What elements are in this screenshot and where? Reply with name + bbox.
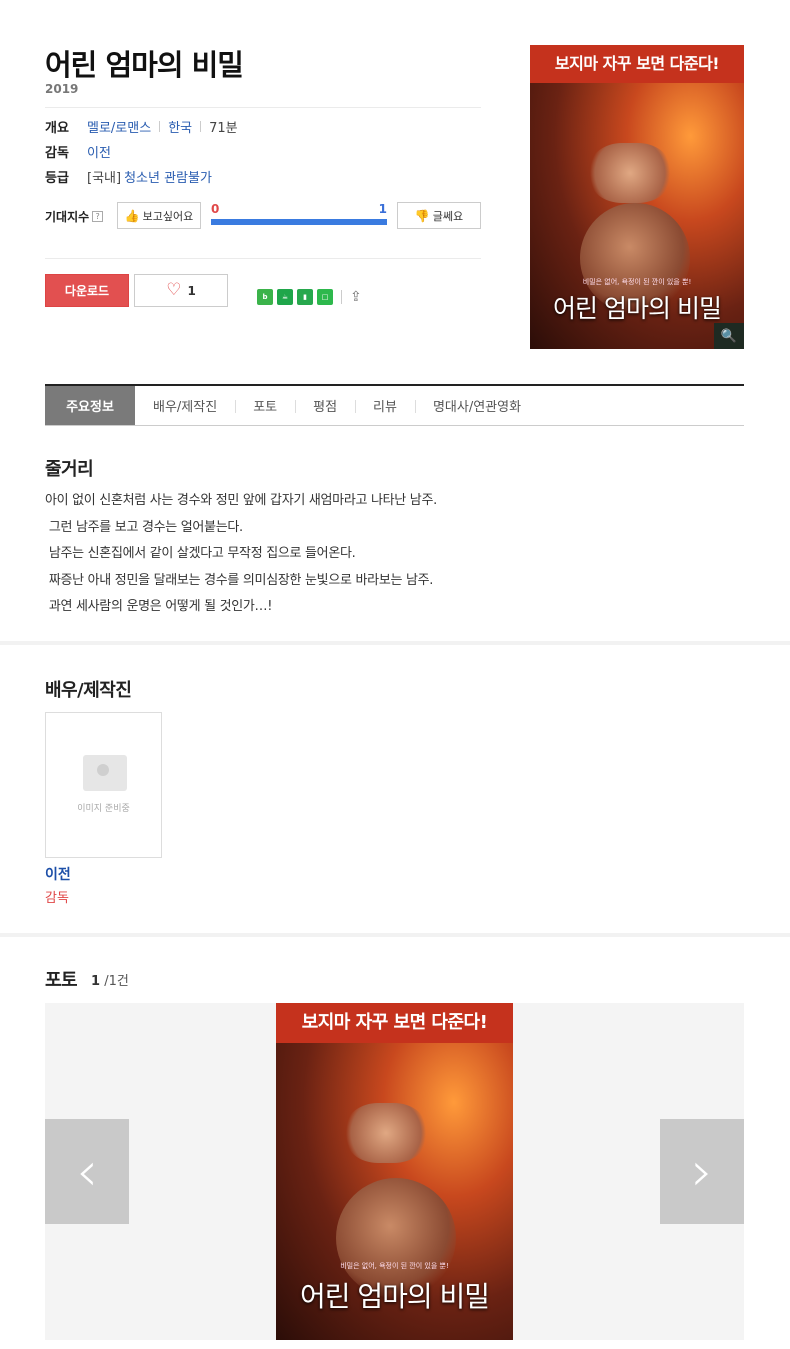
want-count: 0 [211, 202, 220, 216]
want-to-see-label: 보고싶어요 [142, 209, 194, 223]
bookmark-icon[interactable]: ▮ [297, 289, 313, 305]
not-sure-button[interactable]: 👎 글쎄요 [397, 202, 481, 229]
like-count: 1 [187, 283, 196, 298]
section-divider [0, 933, 790, 937]
not-sure-label: 글쎄요 [432, 209, 464, 223]
rating-label: 등급 [45, 171, 69, 186]
tab-quotes[interactable]: 명대사/연관영화 [414, 386, 539, 425]
overview-label: 개요 [45, 121, 69, 136]
tab-rating[interactable]: 평점 [295, 386, 355, 425]
tab-review[interactable]: 리뷰 [355, 386, 415, 425]
poster-tagline: 보지마 자꾸 보면 다준다! [530, 45, 744, 83]
poster-subtitle: 비밀은 없어, 욕정이 된 깐이 있을 뿐! [582, 278, 692, 286]
separator [341, 290, 342, 304]
country-link[interactable]: 한국 [168, 117, 192, 136]
photo-image[interactable]: 보지마 자꾸 보면 다준다! 비밀은 없어, 욕정이 된 깐이 있을 뿐! 어린… [276, 1003, 513, 1340]
expectation-label: 기대지수 [45, 209, 90, 224]
cast-name[interactable]: 이전 [45, 864, 71, 884]
cast-role: 감독 [45, 891, 69, 906]
section-divider [0, 641, 790, 645]
tab-bar: 주요정보 배우/제작진 포토 평점 리뷰 명대사/연관영화 [45, 384, 744, 426]
expectation-bar: 0 1 [211, 202, 387, 229]
image-placeholder-icon [83, 755, 127, 791]
dislike-count: 1 [378, 202, 387, 216]
photo-total: /1건 [104, 974, 129, 989]
cast-title: 배우/제작진 [45, 680, 132, 701]
expectation-bar-fill [211, 219, 387, 225]
director-label: 감독 [45, 146, 69, 161]
genre-link[interactable]: 멜로/로맨스 [87, 117, 151, 136]
share-icon[interactable]: ⇪ [350, 289, 362, 305]
download-button[interactable]: 다운로드 [45, 274, 129, 307]
tab-main-info[interactable]: 주요정보 [45, 386, 135, 425]
rating-prefix: [국내] [87, 171, 122, 186]
photo-counter: 1 /1건 [91, 970, 129, 989]
photo-current: 1 [91, 974, 101, 989]
separator [200, 121, 202, 132]
photo-title: 포토 [45, 970, 78, 991]
tab-photo[interactable]: 포토 [235, 386, 295, 425]
release-year: 2019 [45, 82, 79, 96]
poster-title: 어린 엄마의 비밀 [299, 1280, 490, 1313]
overview-row: 개요 멜로/로맨스 한국 71분 [45, 117, 238, 136]
tab-cast[interactable]: 배우/제작진 [135, 386, 235, 425]
placeholder-text: 이미지 준비중 [77, 804, 130, 814]
director-link[interactable]: 이전 [87, 142, 111, 161]
like-button[interactable]: ♡ 1 [134, 274, 228, 307]
memo-icon[interactable]: □ [317, 289, 333, 305]
director-row: 감독 이전 [45, 142, 111, 161]
band-icon[interactable]: b [257, 289, 273, 305]
thumbs-down-icon: 👎 [414, 208, 430, 223]
poster-tagline: 보지마 자꾸 보면 다준다! [276, 1003, 513, 1043]
share-bar: b ☕ ▮ □ ⇪ [257, 289, 362, 305]
rating-row: 등급 [국내] 청소년 관람불가 [45, 167, 212, 186]
expectation-index: 기대지수 ? 👍 보고싶어요 0 1 👎 글쎄요 [45, 202, 481, 230]
page-title: 어린 엄마의 비밀 [45, 48, 244, 82]
separator [159, 121, 161, 132]
poster-figure [346, 1103, 426, 1163]
synopsis-title: 줄거리 [45, 459, 94, 480]
divider [45, 107, 481, 108]
prev-arrow-button[interactable]: ‹ [45, 1119, 129, 1224]
movie-poster[interactable]: 보지마 자꾸 보면 다준다! 비밀은 없어, 욕정이 된 깐이 있을 뿐! 어린… [530, 45, 744, 349]
rating-link[interactable]: 청소년 관람불가 [124, 167, 212, 186]
cafe-icon[interactable]: ☕ [277, 289, 293, 305]
synopsis-text: 아이 없이 신혼처럼 사는 경수와 정민 앞에 갑자기 새엄마라고 나타난 남주… [45, 493, 437, 614]
poster-subtitle: 비밀은 없어, 욕정이 된 깐이 있을 뿐! [340, 1262, 449, 1270]
photo-viewer: 보지마 자꾸 보면 다준다! 비밀은 없어, 욕정이 된 깐이 있을 뿐! 어린… [45, 1003, 744, 1340]
runtime: 71분 [209, 121, 238, 136]
cast-photo[interactable]: 이미지 준비중 [45, 712, 162, 858]
thumbs-up-icon: 👍 [124, 208, 140, 223]
next-arrow-button[interactable]: › [660, 1119, 744, 1224]
help-icon[interactable]: ? [92, 210, 104, 222]
zoom-icon[interactable]: 🔍 [714, 323, 744, 349]
divider [45, 258, 481, 259]
poster-figure [590, 143, 670, 203]
poster-title: 어린 엄마의 비밀 [553, 294, 722, 323]
heart-icon: ♡ [166, 280, 182, 300]
want-to-see-button[interactable]: 👍 보고싶어요 [117, 202, 201, 229]
